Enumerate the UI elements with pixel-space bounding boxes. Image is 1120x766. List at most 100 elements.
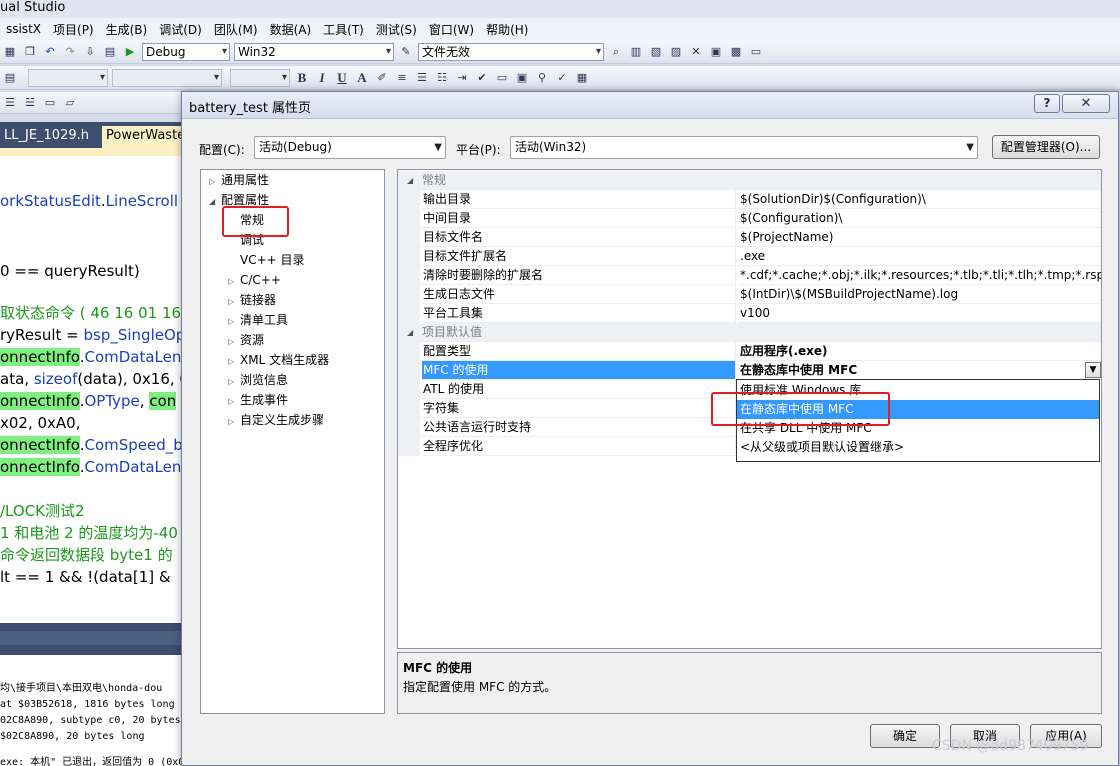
font-size-combo[interactable] — [230, 68, 290, 87]
menu-item-debug[interactable]: 调试(D) — [153, 21, 208, 38]
menu-item-help[interactable]: 帮助(H) — [480, 21, 534, 38]
help-button[interactable]: ? — [1034, 94, 1060, 113]
property-value[interactable]: $(ProjectName) — [738, 228, 1101, 247]
expand-arrow-icon[interactable]: ▷ — [228, 352, 240, 372]
menu-item-test[interactable]: 测试(S) — [370, 21, 423, 38]
solution-platform-combo[interactable]: Win32 — [234, 42, 394, 61]
collapse-arrow-icon[interactable]: ◢ — [407, 323, 413, 342]
chevron-down-icon[interactable]: ▼ — [1085, 362, 1101, 378]
tab-source-file[interactable]: PowerWaste — [102, 126, 184, 148]
dropdown-option-inherit[interactable]: <从父级或项目默认设置继承> — [737, 438, 1099, 457]
property-row-target-ext[interactable]: 目标文件扩展名 .exe — [398, 247, 1101, 266]
layout-icon[interactable]: ▤ — [2, 70, 18, 86]
toolbox-icon[interactable]: ✕ — [688, 44, 704, 60]
spell-check-icon[interactable]: ✓ — [554, 70, 570, 86]
underline-icon[interactable]: U — [334, 70, 350, 86]
menu-item-tools[interactable]: 工具(T) — [317, 21, 370, 38]
menu-item-build[interactable]: 生成(B) — [100, 21, 154, 38]
property-value-combo[interactable]: 在静态库中使用 MFC ▼ — [738, 361, 1101, 380]
find-in-files-icon[interactable]: ✎ — [398, 44, 414, 60]
copy-icon[interactable]: ❐ — [22, 44, 38, 60]
menu-item-window[interactable]: 窗口(W) — [423, 21, 480, 38]
find-combo[interactable]: 文件无效 — [418, 42, 604, 61]
comment-icon[interactable]: ▱ — [62, 95, 78, 111]
expand-arrow-icon[interactable]: ▷ — [228, 372, 240, 392]
expand-arrow-icon[interactable]: ▷ — [228, 332, 240, 352]
property-row-use-of-mfc[interactable]: MFC 的使用 在静态库中使用 MFC ▼ — [398, 361, 1101, 380]
property-row-intermediate-dir[interactable]: 中间目录 $(Configuration)\ — [398, 209, 1101, 228]
extension-manager-icon[interactable]: ▩ — [728, 44, 744, 60]
tree-item-linker[interactable]: ▷ 链接器 — [228, 290, 276, 310]
redo-icon[interactable]: ↷ — [62, 44, 78, 60]
tree-item-config-properties[interactable]: ◢ 配置属性 — [209, 190, 269, 210]
numbered-list-icon[interactable]: ☰ — [414, 70, 430, 86]
tree-item-resources[interactable]: ▷ 资源 — [228, 330, 264, 350]
config-manager-button[interactable]: 配置管理器(O)... — [992, 135, 1100, 159]
property-value[interactable]: 应用程序(.exe) — [738, 342, 1101, 361]
bold-icon[interactable]: B — [294, 70, 310, 86]
platform-combo[interactable]: 活动(Win32) ▼ — [510, 136, 978, 159]
tree-item-build-events[interactable]: ▷ 生成事件 — [228, 390, 288, 410]
object-browser-icon[interactable]: ▨ — [668, 44, 684, 60]
indent-icon[interactable]: ⇥ — [454, 70, 470, 86]
property-value[interactable]: $(SolutionDir)$(Configuration)\ — [738, 190, 1101, 209]
align-center-icon[interactable]: ☱ — [22, 95, 38, 111]
expand-arrow-icon[interactable]: ▷ — [228, 392, 240, 412]
image-icon[interactable]: ▣ — [514, 70, 530, 86]
open-folder-icon[interactable]: ▭ — [494, 70, 510, 86]
tree-item-common-properties[interactable]: ▷ 通用属性 — [209, 170, 269, 190]
properties-icon[interactable]: ▧ — [648, 44, 664, 60]
link-icon[interactable]: ⚲ — [534, 70, 550, 86]
property-value[interactable]: v100 — [738, 304, 1101, 323]
menu-item-project[interactable]: 项目(P) — [47, 21, 100, 38]
property-row-target-name[interactable]: 目标文件名 $(ProjectName) — [398, 228, 1101, 247]
find-icon[interactable]: ⌕ — [608, 44, 624, 60]
navigate-icon[interactable]: ⇩ — [82, 44, 98, 60]
font-combo[interactable] — [112, 68, 222, 87]
window-icon[interactable]: ▭ — [42, 95, 58, 111]
italic-icon[interactable]: I — [314, 70, 330, 86]
property-row-platform-toolset[interactable]: 平台工具集 v100 — [398, 304, 1101, 323]
property-row-build-log[interactable]: 生成日志文件 $(IntDir)\$(MSBuildProjectName).lo… — [398, 285, 1101, 304]
output-panel[interactable]: 均\接手项目\本田双电\honda-dou at $03B52618, 1816… — [0, 655, 184, 766]
solution-config-combo[interactable]: Debug — [142, 42, 230, 61]
config-combo[interactable]: 活动(Debug) ▼ — [254, 136, 446, 159]
command-window-icon[interactable]: ▭ — [748, 44, 764, 60]
expand-arrow-icon[interactable]: ▷ — [209, 172, 221, 192]
collapse-arrow-icon[interactable]: ◢ — [209, 192, 221, 212]
solution-explorer-icon[interactable]: ▥ — [628, 44, 644, 60]
paste-icon[interactable]: ▦ — [2, 44, 18, 60]
code-editor[interactable]: orkStatusEdit.LineScroll 0 == queryResult… — [0, 148, 184, 623]
tree-item-debugging[interactable]: 调试 — [228, 230, 264, 250]
bullet-list-icon[interactable]: ☷ — [434, 70, 450, 86]
align-icon[interactable]: ≡ — [394, 70, 410, 86]
tab-header-file[interactable]: LL_JE_1029.h — [0, 126, 100, 148]
expand-arrow-icon[interactable]: ▷ — [228, 272, 240, 292]
dropdown-option-shared-dll-mfc[interactable]: 在共享 DLL 中使用 MFC — [737, 419, 1099, 438]
property-row-clean-extensions[interactable]: 清除时要删除的扩展名 *.cdf;*.cache;*.obj;*.ilk;*.re… — [398, 266, 1101, 285]
menu-item-data[interactable]: 数据(A) — [264, 21, 318, 38]
style-combo[interactable] — [28, 68, 108, 87]
tree-item-browse-info[interactable]: ▷ 浏览信息 — [228, 370, 288, 390]
table-icon[interactable]: ▦ — [574, 70, 590, 86]
category-general[interactable]: ◢ 常规 — [398, 171, 1101, 190]
font-color-icon[interactable]: A — [354, 70, 370, 86]
tree-item-cpp[interactable]: ▷ C/C++ — [228, 270, 281, 290]
dialog-title-bar[interactable]: battery_test 属性页 ? ✕ — [182, 92, 1118, 119]
highlight-icon[interactable]: ✐ — [374, 70, 390, 86]
property-value[interactable]: .exe — [738, 247, 1101, 266]
expand-arrow-icon[interactable]: ▷ — [228, 412, 240, 432]
category-project-defaults[interactable]: ◢ 项目默认值 — [398, 323, 1101, 342]
tree-item-xml-doc-generator[interactable]: ▷ XML 文档生成器 — [228, 350, 329, 370]
bookmark-icon[interactable]: ▤ — [102, 44, 118, 60]
property-row-output-dir[interactable]: 输出目录 $(SolutionDir)$(Configuration)\ — [398, 190, 1101, 209]
start-page-icon[interactable]: ▣ — [708, 44, 724, 60]
property-value[interactable]: $(Configuration)\ — [738, 209, 1101, 228]
start-debug-icon[interactable]: ▶ — [122, 44, 138, 60]
undo-icon[interactable]: ↶ — [42, 44, 58, 60]
property-value[interactable]: $(IntDir)\$(MSBuildProjectName).log — [738, 285, 1101, 304]
tree-item-custom-build-step[interactable]: ▷ 自定义生成步骤 — [228, 410, 324, 430]
tree-item-vc-directories[interactable]: VC++ 目录 — [228, 250, 305, 270]
expand-arrow-icon[interactable]: ▷ — [228, 292, 240, 312]
tree-item-manifest-tool[interactable]: ▷ 清单工具 — [228, 310, 288, 330]
